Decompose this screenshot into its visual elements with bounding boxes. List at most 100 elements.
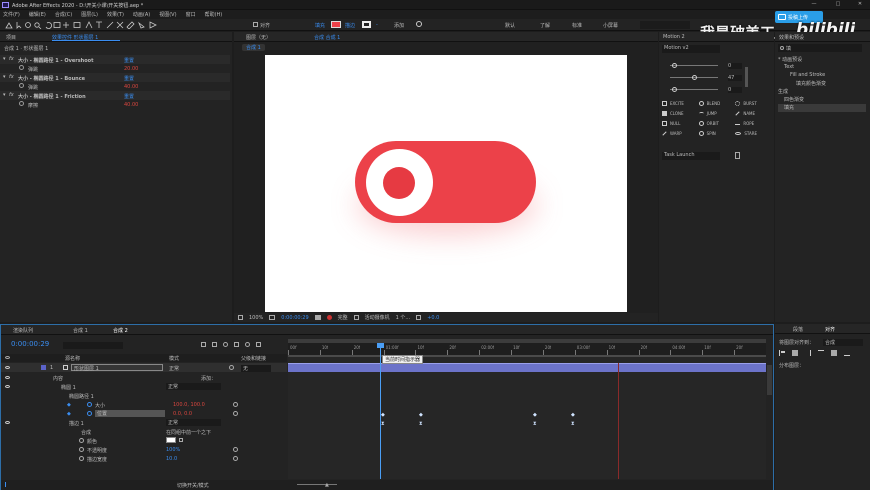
param-value[interactable]: 40.00 (124, 102, 138, 108)
menu-help[interactable]: 帮助(H) (205, 11, 223, 18)
tree-item[interactable]: 填充颜色渐变 (778, 80, 866, 88)
effects-search-input[interactable]: 填 (778, 44, 862, 52)
keyframe-icon[interactable]: ◆ (533, 412, 537, 418)
snapshot-icon[interactable] (314, 315, 321, 320)
playhead-handle[interactable] (377, 343, 384, 348)
tree-item[interactable]: 四色渐变 (778, 96, 866, 104)
link-icon[interactable] (233, 447, 238, 452)
align-right-icon[interactable] (805, 350, 811, 356)
stopwatch-icon[interactable] (19, 83, 24, 88)
align-left-icon[interactable] (779, 350, 785, 356)
time-graph[interactable]: 00f 10f 20f 01:00f 10f 20f 02:00f 10f 20f 03:00f 1… (288, 339, 766, 479)
graph-editor-icon[interactable] (256, 342, 261, 347)
expand-arrow-icon[interactable]: ▾ (3, 92, 6, 98)
layer-parent[interactable]: 无 (241, 365, 271, 372)
stroke-swatch[interactable] (362, 21, 371, 28)
slider-value[interactable]: 0 (728, 63, 742, 69)
close-button[interactable]: ✕ (854, 1, 866, 9)
timeline-switch-icons[interactable] (201, 342, 261, 347)
prop-row-ellipse-path[interactable]: 椭圆路径 1 (1, 391, 287, 400)
search-help-field[interactable] (640, 21, 690, 29)
menu-effect[interactable]: 效果(T) (107, 11, 124, 18)
menu-file[interactable]: 文件(F) (3, 11, 20, 18)
keyframe-icon[interactable]: ◆ (381, 412, 385, 418)
action-spin[interactable]: SPIN (698, 131, 736, 136)
navigator-bar[interactable] (288, 355, 766, 357)
exposure-value[interactable]: +0.0 (427, 315, 439, 321)
comp-canvas[interactable] (265, 55, 627, 312)
tree-item[interactable]: Text (778, 64, 866, 72)
tree-item-selected[interactable]: 填充 (778, 104, 866, 112)
tab-effects-presets[interactable]: 效果和预设 (779, 34, 804, 41)
effect-row-friction[interactable]: ▾ fx 大小 - 椭圆路径 1 - Friction 重置 (0, 91, 230, 100)
eyedropper-icon[interactable] (179, 438, 183, 442)
task-launch-dropdown[interactable]: Task Launch (662, 152, 720, 160)
tree-item[interactable]: Fill and Stroke (778, 72, 866, 80)
prop-row-opacity[interactable]: 不透明度 100% (1, 445, 287, 454)
zoom-mountain-icon[interactable]: ▲ (325, 482, 329, 488)
keyframe-icon[interactable]: ⧗ (571, 421, 575, 427)
footer-icons[interactable] (5, 482, 25, 487)
visibility-eye-icon[interactable] (5, 385, 10, 388)
tab-composition[interactable]: 合成 合成 1 (314, 34, 340, 41)
menu-animation[interactable]: 动画(A) (133, 11, 150, 18)
tab-comp-2[interactable]: 合成 2 (113, 327, 128, 334)
toggle-switches-modes[interactable]: 切换开关/模式 (177, 482, 209, 489)
reset-link[interactable]: 重置 (124, 93, 134, 100)
fill-swatch[interactable] (331, 21, 341, 28)
keyframe-nav-icon[interactable]: ◆ (67, 402, 71, 408)
fx-icon[interactable]: fx (9, 56, 14, 62)
tool-icons[interactable] (4, 21, 194, 29)
workspace-standard[interactable]: 标准 (572, 22, 582, 29)
minimize-button[interactable]: — (808, 1, 820, 9)
prop-row-ellipse[interactable]: 椭圆 1 正常 (1, 382, 287, 391)
visibility-eye-icon[interactable] (5, 376, 10, 379)
keyframe-icon[interactable]: ⧗ (381, 421, 385, 427)
slider-thumb[interactable] (672, 63, 677, 68)
layer-duration-bar[interactable] (288, 363, 766, 372)
menu-edit[interactable]: 编辑(E) (29, 11, 46, 18)
keyframe-nav-icon[interactable]: ◆ (67, 411, 71, 417)
comp-breadcrumb-chip[interactable]: 合成 1 (242, 44, 265, 51)
prop-row-position[interactable]: ◆ 位置 0.0, 0.0 (1, 409, 287, 418)
comp-flowchart-icon[interactable] (201, 342, 206, 347)
action-blend[interactable]: BLEND (698, 101, 736, 106)
action-burst[interactable]: BURST (735, 101, 772, 106)
tab-comp-1[interactable]: 合成 1 (73, 327, 88, 334)
workspace-default[interactable]: 默认 (505, 22, 515, 29)
slider-track[interactable] (670, 89, 718, 90)
link-icon[interactable] (233, 456, 238, 461)
visibility-eye-icon[interactable] (5, 421, 10, 424)
maximize-button[interactable]: □ (832, 1, 844, 9)
add-label[interactable]: 添加 (394, 22, 404, 29)
expand-arrow-icon[interactable]: ▾ (3, 56, 6, 62)
views-dropdown[interactable]: 1 个... (396, 314, 411, 321)
effect-row-bounce[interactable]: ▾ fx 大小 - 椭圆路径 1 - Bounce 重置 (0, 73, 230, 82)
param-value[interactable]: 40.00 (124, 84, 138, 90)
trash-icon[interactable] (735, 152, 740, 159)
playhead[interactable] (380, 343, 381, 479)
timeline-search-input[interactable] (63, 342, 123, 349)
layer-mode[interactable]: 正常 (169, 365, 179, 372)
align-top-icon[interactable] (818, 350, 824, 356)
stopwatch-icon[interactable] (87, 402, 92, 407)
tab-project[interactable]: 项目 (6, 34, 16, 41)
action-stare[interactable]: STARE (735, 131, 772, 136)
action-jump[interactable]: JUMP (698, 111, 736, 116)
timeline-timecode[interactable]: 0:00:00:29 (11, 340, 49, 348)
frame-blending-icon[interactable] (234, 342, 239, 347)
menu-layer[interactable]: 图层(L) (81, 11, 98, 18)
magnification-dropdown[interactable]: 100% (249, 315, 263, 321)
tab-layer[interactable]: 图层（无） (246, 34, 271, 41)
label-color-swatch[interactable] (41, 365, 46, 370)
stopwatch-icon[interactable] (79, 438, 84, 443)
tab-align[interactable]: 对齐 (825, 326, 835, 333)
layer-name[interactable]: 形状图层 1 (71, 364, 163, 372)
stopwatch-icon[interactable] (19, 101, 24, 106)
fx-icon[interactable]: fx (9, 92, 14, 98)
time-ruler[interactable]: 00f 10f 20f 01:00f 10f 20f 02:00f 10f 20f 03:00f 1… (288, 343, 766, 355)
slider-value[interactable]: 47 (728, 75, 742, 81)
resolution-dropdown[interactable]: 完整 (338, 314, 348, 321)
prop-row-color[interactable]: 颜色 (1, 436, 287, 445)
action-name[interactable]: NAME (735, 111, 772, 116)
